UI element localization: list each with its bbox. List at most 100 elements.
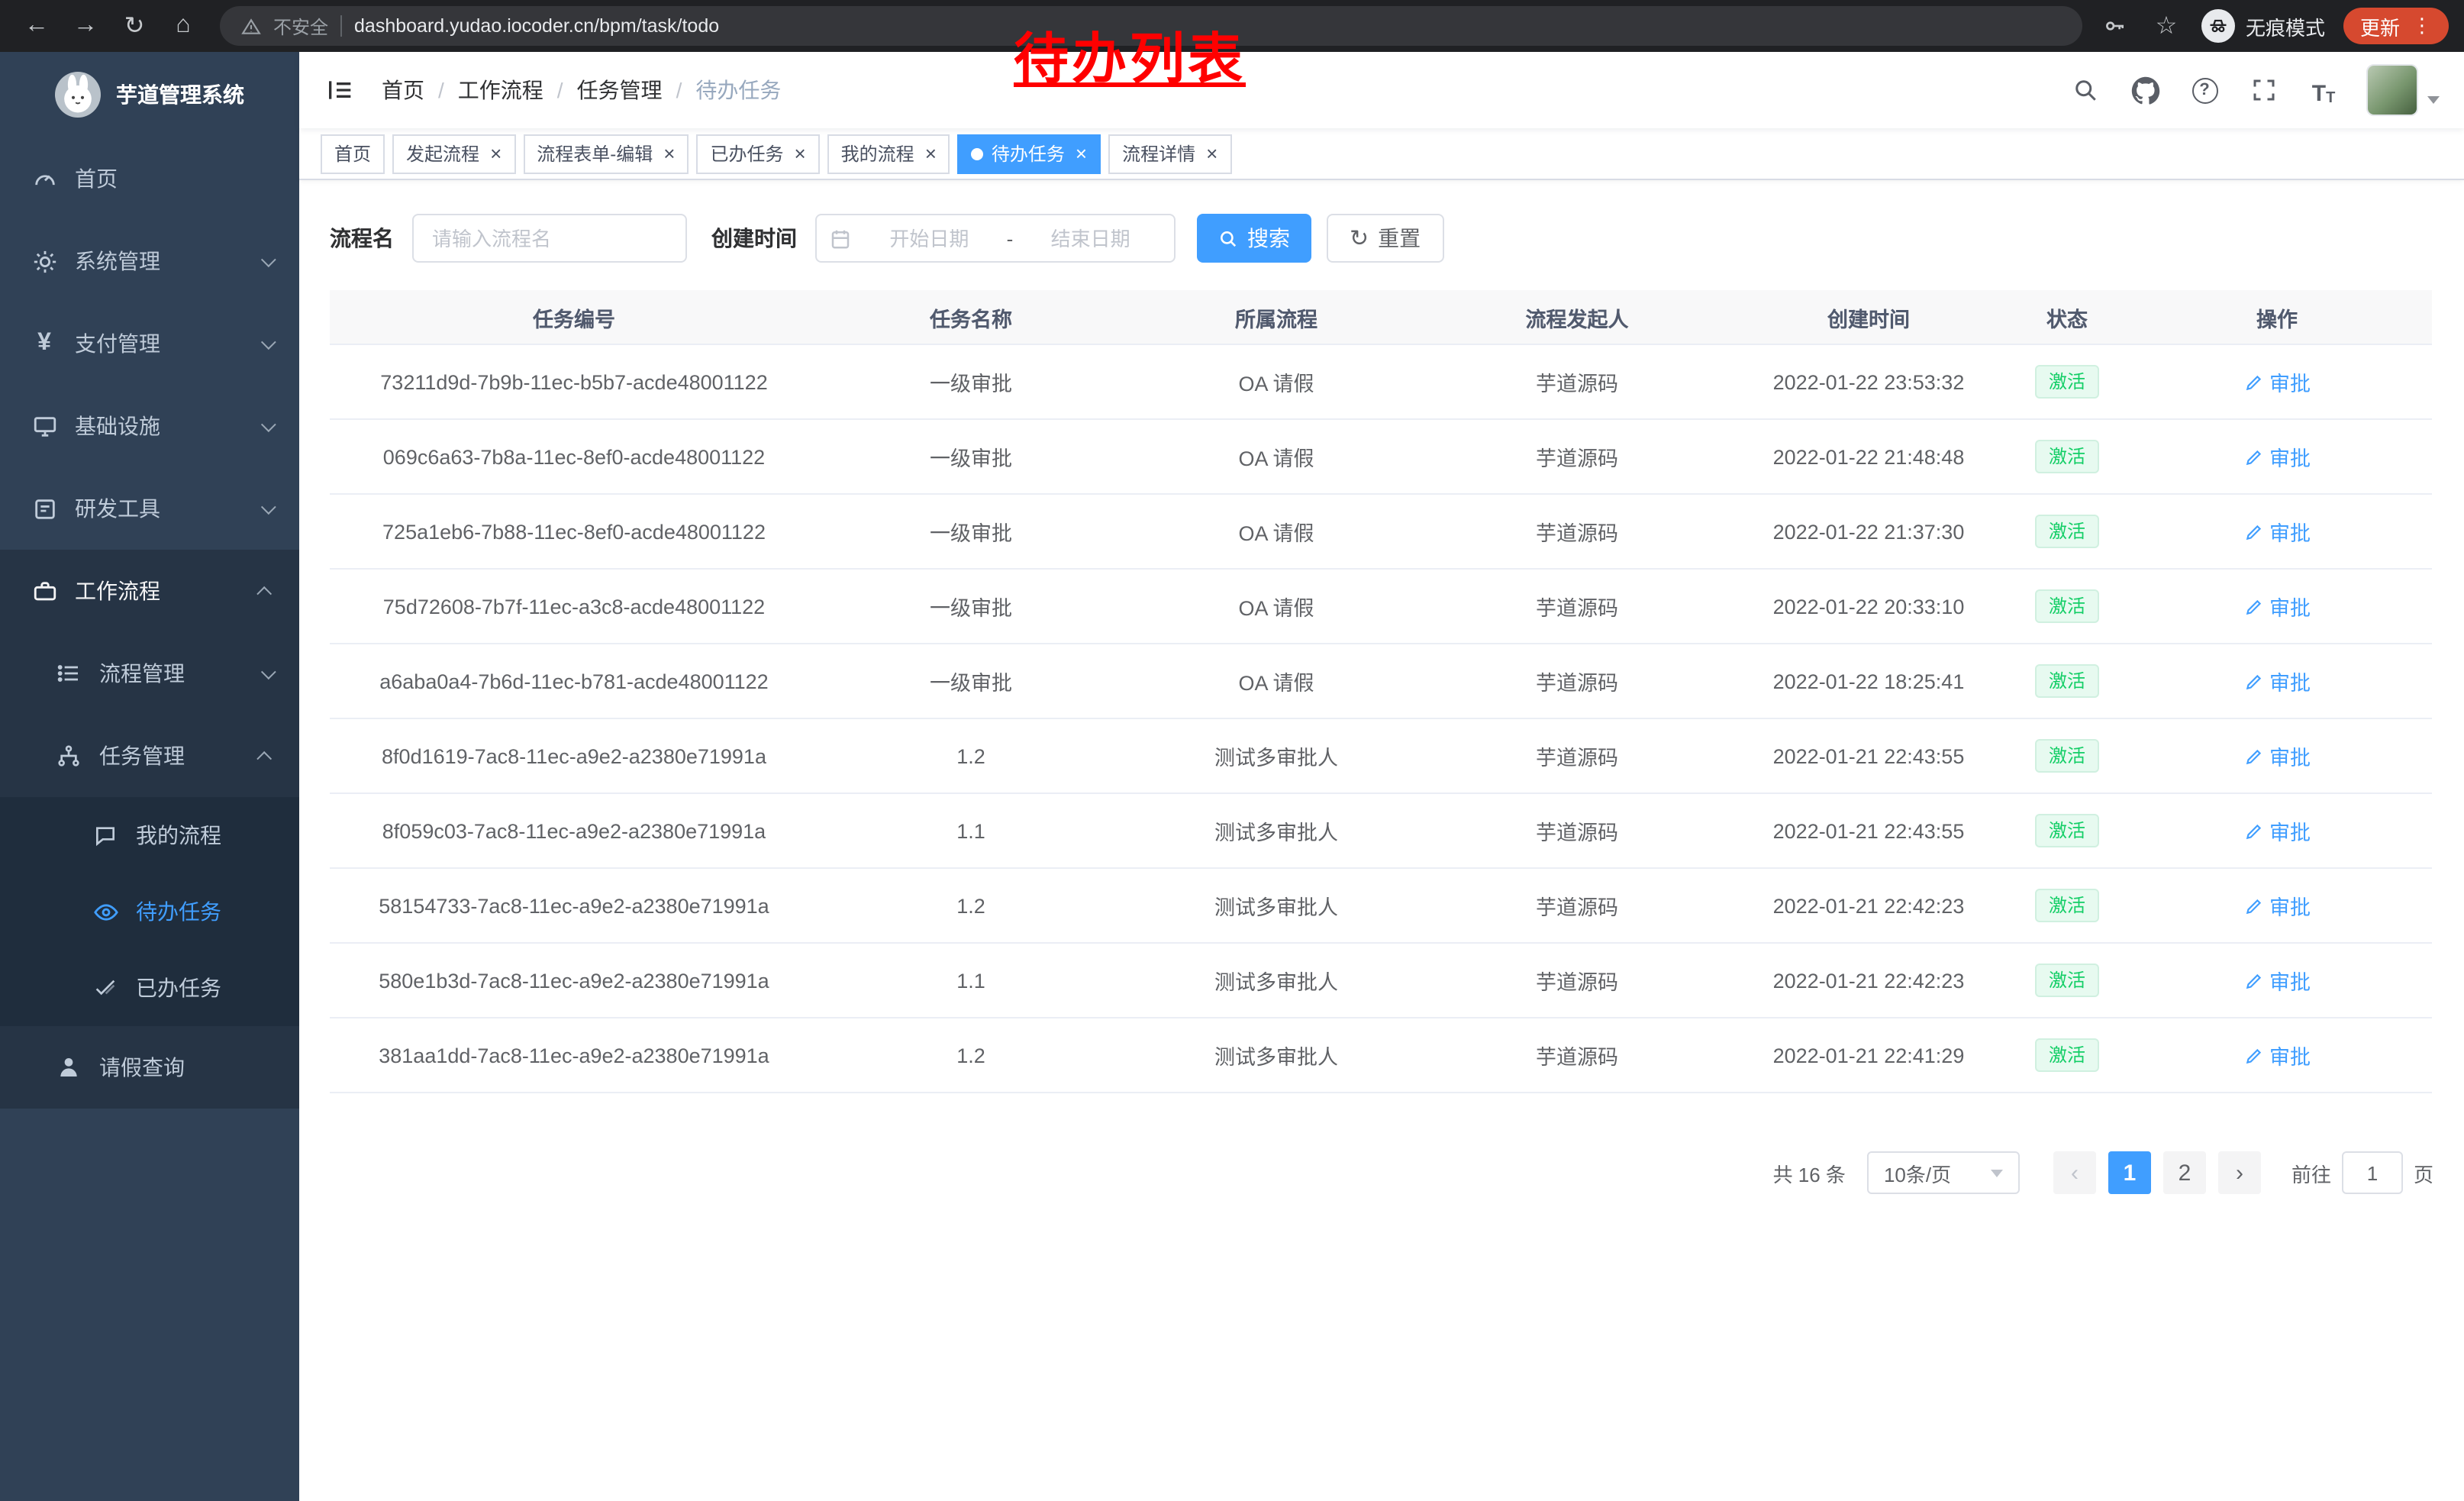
page-size-select[interactable]: 10条/页 [1867,1151,2020,1194]
app-logo[interactable]: 芋道管理系统 [0,52,299,137]
sidebar-menu: 首页 系统管理 ¥ 支付管理 基础设施 研发工具 [0,137,299,1109]
chevron-up-icon [256,750,272,766]
breadcrumb-item-home[interactable]: 首页 [382,75,424,105]
sidebar-item-label: 已办任务 [136,973,221,1003]
tab-todo-tasks[interactable]: 待办任务× [958,134,1101,173]
sidebar-item-devtools[interactable]: 研发工具 [0,467,299,550]
search-button[interactable]: 搜索 [1197,214,1311,263]
tab-done-tasks[interactable]: 已办任务× [696,134,819,173]
user-icon [55,1054,82,1081]
tab-process-detail[interactable]: 流程详情× [1108,134,1231,173]
breadcrumb-item-workflow[interactable]: 工作流程 [458,75,543,105]
github-icon[interactable] [2128,73,2162,107]
breadcrumb-item-current: 待办任务 [695,75,781,105]
gear-icon [31,247,58,275]
user-menu[interactable] [2366,64,2440,116]
cell-initiator: 芋道源码 [1429,890,1725,921]
breadcrumb: 首页 / 工作流程 / 任务管理 / 待办任务 [382,75,781,105]
chevron-down-icon [2427,96,2440,104]
sidebar-item-infrastructure[interactable]: 基础设施 [0,385,299,467]
approve-link[interactable]: 审批 [2243,890,2311,921]
cell-status: 激活 [2012,589,2122,624]
password-key-icon[interactable] [2098,9,2131,43]
approve-link[interactable]: 审批 [2243,741,2311,771]
goto-page: 前往 页 [2291,1151,2433,1194]
cell-task-name: 1.2 [818,894,1124,917]
approve-link[interactable]: 审批 [2243,591,2311,621]
sidebar-item-done-tasks[interactable]: 已办任务 [0,950,299,1026]
close-icon[interactable]: × [1206,144,1217,163]
cell-status: 激活 [2012,514,2122,549]
close-icon[interactable]: × [490,144,502,163]
close-icon[interactable]: × [925,144,937,163]
chevron-down-icon [261,251,276,266]
close-icon[interactable]: × [663,144,675,163]
cell-task-name: 一级审批 [818,516,1124,547]
sidebar-collapse-icon[interactable] [324,73,357,107]
sidebar-item-system[interactable]: 系统管理 [0,220,299,302]
sidebar-item-my-process[interactable]: 我的流程 [0,797,299,873]
approve-link[interactable]: 审批 [2243,441,2311,472]
sidebar-item-workflow[interactable]: 工作流程 [0,550,299,632]
close-icon[interactable]: × [1076,144,1087,163]
approve-link[interactable]: 审批 [2243,666,2311,696]
close-icon[interactable]: × [794,144,805,163]
cell-process: 测试多审批人 [1124,965,1429,996]
approve-link[interactable]: 审批 [2243,965,2311,996]
sidebar-item-process-management[interactable]: 流程管理 [0,632,299,715]
home-icon[interactable]: ⌂ [162,5,205,47]
back-icon[interactable]: ← [15,5,58,47]
approve-link[interactable]: 审批 [2243,815,2311,846]
browser-menu-icon[interactable]: ⋮ [2412,14,2432,38]
cell-status: 激活 [2012,738,2122,773]
tab-process-form-edit[interactable]: 流程表单-编辑× [523,134,689,173]
cell-created: 2022-01-22 18:25:41 [1725,670,2012,692]
sidebar-item-todo-tasks[interactable]: 待办任务 [0,873,299,950]
next-page-button[interactable]: › [2218,1151,2261,1194]
sidebar-item-home[interactable]: 首页 [0,137,299,220]
bookmark-star-icon[interactable]: ☆ [2150,9,2183,43]
date-range-picker[interactable]: - [815,214,1176,263]
sidebar-item-payment[interactable]: ¥ 支付管理 [0,302,299,385]
tab-my-process[interactable]: 我的流程× [827,134,950,173]
approve-link[interactable]: 审批 [2243,366,2311,397]
edit-pencil-icon [2243,1045,2263,1065]
sidebar-item-task-management[interactable]: 任务管理 [0,715,299,797]
eye-icon [92,898,119,925]
font-size-icon[interactable]: TT [2307,73,2340,107]
table-row: 069c6a63-7b8a-11ec-8ef0-acde48001122 一级审… [330,420,2432,495]
approve-link[interactable]: 审批 [2243,1040,2311,1070]
app-title: 芋道管理系统 [116,79,244,110]
goto-page-input[interactable] [2342,1151,2403,1194]
cell-status: 激活 [2012,364,2122,399]
cell-task-name: 1.2 [818,744,1124,767]
tab-start-process[interactable]: 发起流程× [392,134,515,173]
update-button[interactable]: 更新 ⋮ [2343,8,2449,44]
cell-status: 激活 [2012,663,2122,699]
chevron-down-icon [261,334,276,349]
refresh-icon: ↻ [1350,227,1369,250]
sidebar-item-leave-query[interactable]: 请假查询 [0,1026,299,1109]
forward-icon[interactable]: → [64,5,107,47]
process-name-input[interactable] [412,214,687,263]
security-warning-label[interactable]: 不安全 [273,13,328,39]
approve-link[interactable]: 审批 [2243,516,2311,547]
cell-process: 测试多审批人 [1124,1040,1429,1070]
cell-initiator: 芋道源码 [1429,815,1725,846]
reload-icon[interactable]: ↻ [113,5,156,47]
page-button-2[interactable]: 2 [2163,1151,2206,1194]
prev-page-button[interactable]: ‹ [2053,1151,2096,1194]
page-button-1[interactable]: 1 [2108,1151,2151,1194]
fullscreen-icon[interactable] [2247,73,2281,107]
help-icon[interactable]: ? [2188,73,2221,107]
breadcrumb-item-task-management[interactable]: 任务管理 [577,75,663,105]
end-date-input[interactable] [1019,227,1162,250]
tab-home[interactable]: 首页 [321,134,385,173]
reset-button[interactable]: ↻ 重置 [1327,214,1443,263]
monitor-icon [31,412,58,440]
start-date-input[interactable] [858,227,1001,250]
search-icon[interactable] [2069,73,2102,107]
sidebar-item-label: 流程管理 [99,658,185,689]
avatar[interactable] [2366,64,2418,116]
url-text[interactable]: dashboard.yudao.iocoder.cn/bpm/task/todo [354,15,719,37]
